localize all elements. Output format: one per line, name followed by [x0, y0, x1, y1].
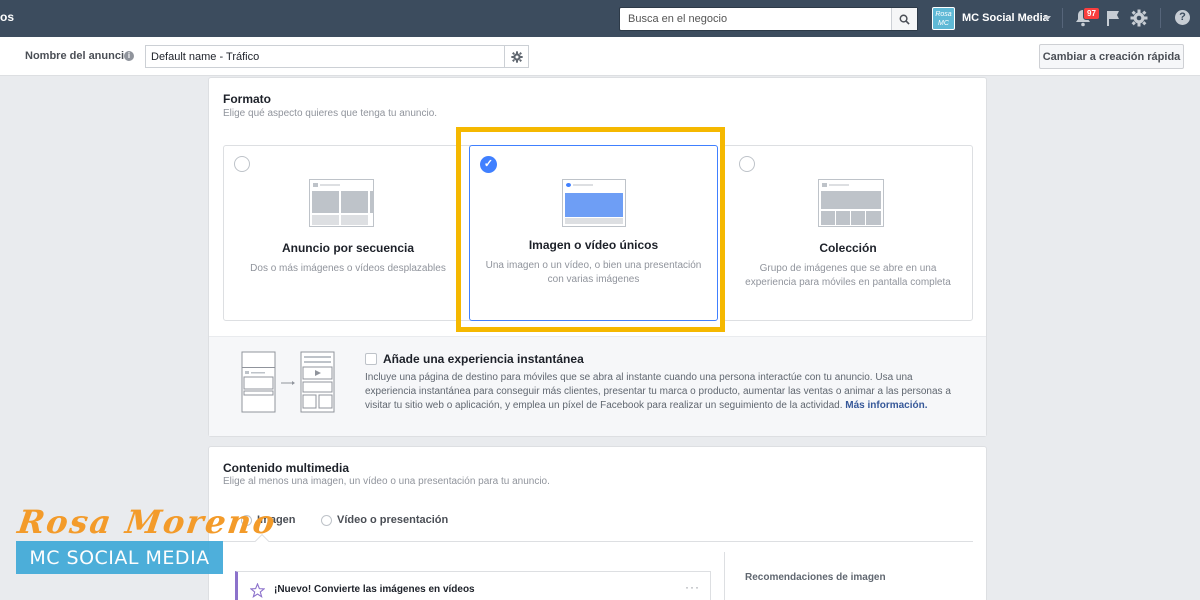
ad-name-field	[145, 45, 529, 68]
more-info-link[interactable]: Más información.	[845, 400, 927, 411]
search-input[interactable]	[620, 8, 892, 30]
business-search	[619, 7, 918, 31]
chevron-down-icon[interactable]	[1043, 16, 1051, 21]
quick-creation-button[interactable]: Cambiar a creación rápida	[1039, 44, 1184, 69]
instant-experience-title: Añade una experiencia instantánea	[383, 352, 584, 366]
media-panel: Contenido multimedia Elige al menos una …	[208, 446, 987, 600]
divider	[1160, 8, 1161, 28]
ad-name-input[interactable]	[146, 46, 501, 67]
divider	[223, 541, 973, 542]
ad-name-settings-button[interactable]	[504, 46, 528, 67]
format-option-carousel[interactable]: Anuncio por secuencia Dos o más imágenes…	[223, 145, 473, 321]
media-subtitle: Elige al menos una imagen, un vídeo o un…	[223, 476, 550, 487]
instant-experience-checkbox[interactable]	[365, 353, 377, 365]
convert-images-promo[interactable]: ¡Nuevo! Convierte las imágenes en vídeos…	[235, 571, 711, 600]
watermark-banner-text: MC SOCIAL MEDIA	[29, 547, 210, 569]
media-title: Contenido multimedia	[223, 461, 349, 475]
format-radio[interactable]	[234, 156, 250, 172]
help-icon[interactable]: ?	[1175, 10, 1190, 25]
gear-icon[interactable]	[1130, 9, 1148, 27]
collection-thumbnail-icon	[818, 179, 884, 227]
media-type-radio-video[interactable]	[321, 515, 332, 526]
format-option-title: Colección	[819, 241, 877, 255]
format-option-collection[interactable]: Colección Grupo de imágenes que se abre …	[723, 145, 973, 321]
instant-experience-illustration-icon	[241, 351, 335, 413]
info-icon[interactable]: i	[124, 51, 134, 61]
ad-name-bar: Nombre del anuncio i Cambiar a creación …	[0, 37, 1200, 76]
account-name[interactable]: MC Social Media	[962, 12, 1049, 24]
ad-name-label: Nombre del anuncio	[25, 50, 131, 62]
search-icon	[899, 14, 910, 25]
format-option-title: Anuncio por secuencia	[281, 241, 415, 255]
image-recommendations-title: Recomendaciones de imagen	[745, 572, 886, 583]
notifications-badge: 97	[1083, 7, 1100, 20]
watermark-banner: MC SOCIAL MEDIA	[16, 541, 223, 574]
promo-text: ¡Nuevo! Convierte las imágenes en vídeos	[274, 584, 475, 595]
watermark-script-logo: Rosa Moreno	[15, 503, 280, 541]
flag-icon[interactable]	[1106, 10, 1120, 26]
format-option-desc: Dos o más imágenes o vídeos desplazables	[250, 263, 446, 274]
selection-highlight-frame	[456, 127, 725, 332]
instant-experience-section: Añade una experiencia instantánea Incluy…	[209, 336, 986, 436]
media-type-video-label[interactable]: Vídeo o presentación	[337, 514, 448, 526]
search-button[interactable]	[891, 8, 917, 30]
divider	[1062, 8, 1063, 28]
star-icon	[250, 583, 265, 598]
top-navigation-bar: os Rosa MC MC Social Media 97 ?	[0, 0, 1200, 37]
gear-icon	[510, 50, 523, 63]
format-title: Formato	[223, 92, 271, 106]
format-radio[interactable]	[739, 156, 755, 172]
instant-experience-description: Incluye una página de destino para móvil…	[365, 371, 965, 413]
carousel-thumbnail-icon	[309, 179, 374, 227]
more-options-icon[interactable]: ···	[685, 580, 700, 594]
format-subtitle: Elige qué aspecto quieres que tenga tu a…	[223, 108, 438, 119]
account-avatar[interactable]: Rosa MC	[932, 7, 955, 30]
format-option-desc: Grupo de imágenes que se abre en una exp…	[745, 263, 951, 288]
page-title-fragment: os	[0, 10, 15, 24]
divider	[724, 552, 725, 600]
